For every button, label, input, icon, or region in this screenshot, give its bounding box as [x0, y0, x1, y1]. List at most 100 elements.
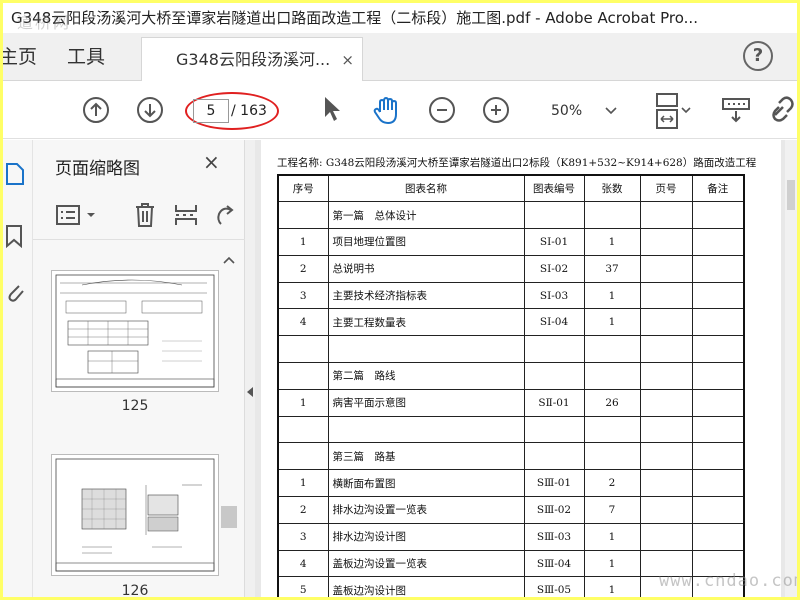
scroll-up-chevron-icon[interactable]	[223, 256, 235, 264]
table-cell: 5	[277, 576, 329, 597]
help-icon[interactable]: ?	[743, 41, 773, 71]
table-cell	[691, 522, 745, 551]
table-cell	[583, 335, 641, 364]
table-cell: 项目地理位置图	[327, 228, 525, 256]
table-cell	[277, 442, 329, 471]
thumbnail-drawing	[55, 458, 215, 572]
table-cell: 盖板边沟设置一览表	[327, 549, 525, 578]
delete-page-icon[interactable]	[133, 202, 157, 228]
table-cell: 4	[277, 308, 329, 337]
table-cell	[639, 442, 693, 471]
table-cell: 主要技术经济指标表	[327, 281, 525, 310]
tab-bar: 主页 工具 G348云阳段汤溪河... × ?	[3, 33, 797, 81]
table-cell	[583, 201, 641, 230]
table-cell: SⅡ-01	[523, 388, 585, 417]
zoom-dropdown-chevron-icon[interactable]	[605, 107, 617, 115]
table-row: 1 横断面布置图 SⅢ-01 2	[277, 469, 745, 498]
table-cell	[639, 335, 693, 364]
table-row: 2 排水边沟设置一览表 SⅢ-02 7	[277, 496, 745, 524]
table-cell: 1	[583, 228, 641, 256]
table-cell: SⅢ-03	[523, 522, 585, 551]
table-cell: 第三篇 路基	[327, 442, 525, 471]
page-thumbnail[interactable]	[51, 270, 219, 392]
tab-tools[interactable]: 工具	[67, 33, 105, 81]
previous-page-icon[interactable]	[83, 97, 109, 123]
column-header: 张数	[583, 174, 641, 203]
attachments-icon[interactable]	[5, 280, 25, 304]
tab-document[interactable]: G348云阳段汤溪河... ×	[141, 37, 363, 81]
table-row: 3 主要技术经济指标表 SⅠ-03 1	[277, 281, 745, 310]
watermark-bottom: www.cndao.com	[659, 571, 797, 591]
table-cell	[691, 281, 745, 310]
table-row	[277, 335, 745, 364]
table-row: 2 总说明书 SⅠ-02 37	[277, 254, 745, 283]
table-cell: 1	[583, 522, 641, 551]
thumbnails-scrollbar[interactable]	[219, 248, 239, 597]
table-cell	[277, 201, 329, 230]
table-cell: 排水边沟设置一览表	[327, 496, 525, 524]
table-row: 第三篇 路基	[277, 442, 745, 471]
table-row	[277, 415, 745, 444]
document-scrollbar[interactable]	[785, 140, 797, 597]
keyboard-tool-icon[interactable]	[721, 97, 751, 123]
zoom-level[interactable]: 50%	[551, 99, 582, 123]
table-cell: SⅢ-05	[523, 576, 585, 597]
table-cell: SⅠ-01	[523, 228, 585, 256]
table-cell	[691, 254, 745, 283]
document-scrollbar-thumb[interactable]	[787, 180, 795, 210]
table-cell: 7	[583, 496, 641, 524]
table-cell	[691, 228, 745, 256]
panel-collapse-strip[interactable]	[245, 140, 255, 597]
document-heading: 工程名称: G348云阳段汤溪河大桥至谭家岩隧道出口2标段（K891+532~K…	[277, 157, 757, 169]
table-cell: SⅠ-03	[523, 281, 585, 310]
table-cell	[639, 496, 693, 524]
zoom-out-icon[interactable]	[429, 97, 455, 123]
table-cell	[277, 415, 329, 444]
page-thumbnail[interactable]	[51, 454, 219, 576]
table-row: 1 病害平面示意图 SⅡ-01 26	[277, 388, 745, 417]
bookmarks-icon[interactable]	[5, 224, 23, 248]
table-cell	[691, 469, 745, 498]
table-cell: 主要工程数量表	[327, 308, 525, 337]
table-cell: 1	[277, 388, 329, 417]
table-cell	[583, 362, 641, 390]
table-cell	[523, 201, 585, 230]
document-page: 工程名称: G348云阳段汤溪河大桥至谭家岩隧道出口2标段（K891+532~K…	[261, 140, 781, 597]
table-cell	[583, 442, 641, 471]
close-panel-icon[interactable]: ×	[203, 150, 220, 174]
options-menu-icon[interactable]	[55, 204, 103, 226]
select-cursor-icon[interactable]	[321, 95, 343, 123]
table-row: 1 项目地理位置图 SⅠ-01 1	[277, 228, 745, 256]
thumbnail-drawing	[55, 274, 215, 388]
hand-tool-icon[interactable]	[371, 95, 403, 127]
link-icon[interactable]	[769, 95, 797, 125]
page-number-input[interactable]: 5	[193, 99, 229, 123]
table-cell	[639, 388, 693, 417]
fit-page-icon[interactable]	[651, 91, 691, 131]
tab-home[interactable]: 主页	[3, 33, 37, 81]
table-row: 第二篇 路线	[277, 362, 745, 390]
column-header: 序号	[277, 174, 329, 203]
table-cell: 1	[583, 281, 641, 310]
table-cell	[639, 308, 693, 337]
scrollbar-thumb[interactable]	[221, 506, 237, 528]
extract-page-icon[interactable]	[173, 202, 199, 228]
column-header: 图表编号	[523, 174, 585, 203]
table-cell: 4	[277, 549, 329, 578]
table-cell: 总说明书	[327, 254, 525, 283]
table-cell	[691, 415, 745, 444]
collapse-panel-icon[interactable]	[246, 386, 254, 398]
table-cell	[691, 496, 745, 524]
next-page-icon[interactable]	[137, 97, 163, 123]
navigation-strip	[3, 140, 33, 597]
document-view[interactable]: 工程名称: G348云阳段汤溪河大桥至谭家岩隧道出口2标段（K891+532~K…	[255, 140, 797, 597]
table-cell	[639, 522, 693, 551]
page-thumbnails-icon[interactable]	[5, 162, 25, 186]
table-cell	[277, 362, 329, 390]
rotate-page-icon[interactable]	[213, 202, 235, 228]
table-cell	[639, 415, 693, 444]
zoom-in-icon[interactable]	[483, 97, 509, 123]
table-cell	[523, 415, 585, 444]
close-tab-icon[interactable]: ×	[341, 38, 354, 82]
table-cell	[523, 362, 585, 390]
